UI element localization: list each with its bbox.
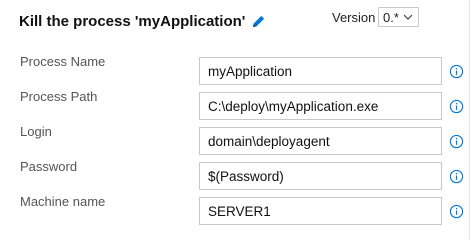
info-icon[interactable] bbox=[449, 169, 464, 184]
process-path-label: Process Path bbox=[20, 89, 98, 104]
login-input[interactable]: domain\deployagent bbox=[199, 127, 442, 155]
info-icon[interactable] bbox=[449, 134, 464, 149]
version-dropdown[interactable]: 0.* bbox=[378, 7, 419, 27]
chevron-down-icon bbox=[403, 14, 413, 20]
field-row-login: Login domain\deployagent bbox=[0, 124, 474, 155]
info-icon[interactable] bbox=[449, 99, 464, 114]
field-row-process-name: Process Name myApplication bbox=[0, 54, 474, 85]
machine-name-label: Machine name bbox=[20, 194, 106, 209]
pencil-icon[interactable] bbox=[251, 14, 266, 29]
process-name-input[interactable]: myApplication bbox=[199, 57, 442, 85]
info-icon[interactable] bbox=[449, 204, 464, 219]
task-title: Kill the process 'myApplication' bbox=[19, 13, 266, 30]
version-label: Version bbox=[332, 10, 376, 25]
version-value: 0.* bbox=[383, 9, 399, 25]
field-row-password: Password $(Password) bbox=[0, 159, 474, 190]
login-label: Login bbox=[20, 124, 52, 139]
info-icon[interactable] bbox=[449, 64, 464, 79]
process-name-label: Process Name bbox=[20, 54, 106, 69]
password-label: Password bbox=[20, 159, 78, 174]
task-title-text: Kill the process 'myApplication' bbox=[19, 13, 246, 30]
field-row-machine-name: Machine name SERVER1 bbox=[0, 194, 474, 225]
panel-divider bbox=[469, 0, 470, 240]
password-input[interactable]: $(Password) bbox=[199, 162, 442, 190]
field-row-process-path: Process Path C:\deploy\myApplication.exe bbox=[0, 89, 474, 120]
process-path-input[interactable]: C:\deploy\myApplication.exe bbox=[199, 92, 442, 120]
machine-name-input[interactable]: SERVER1 bbox=[199, 197, 442, 225]
